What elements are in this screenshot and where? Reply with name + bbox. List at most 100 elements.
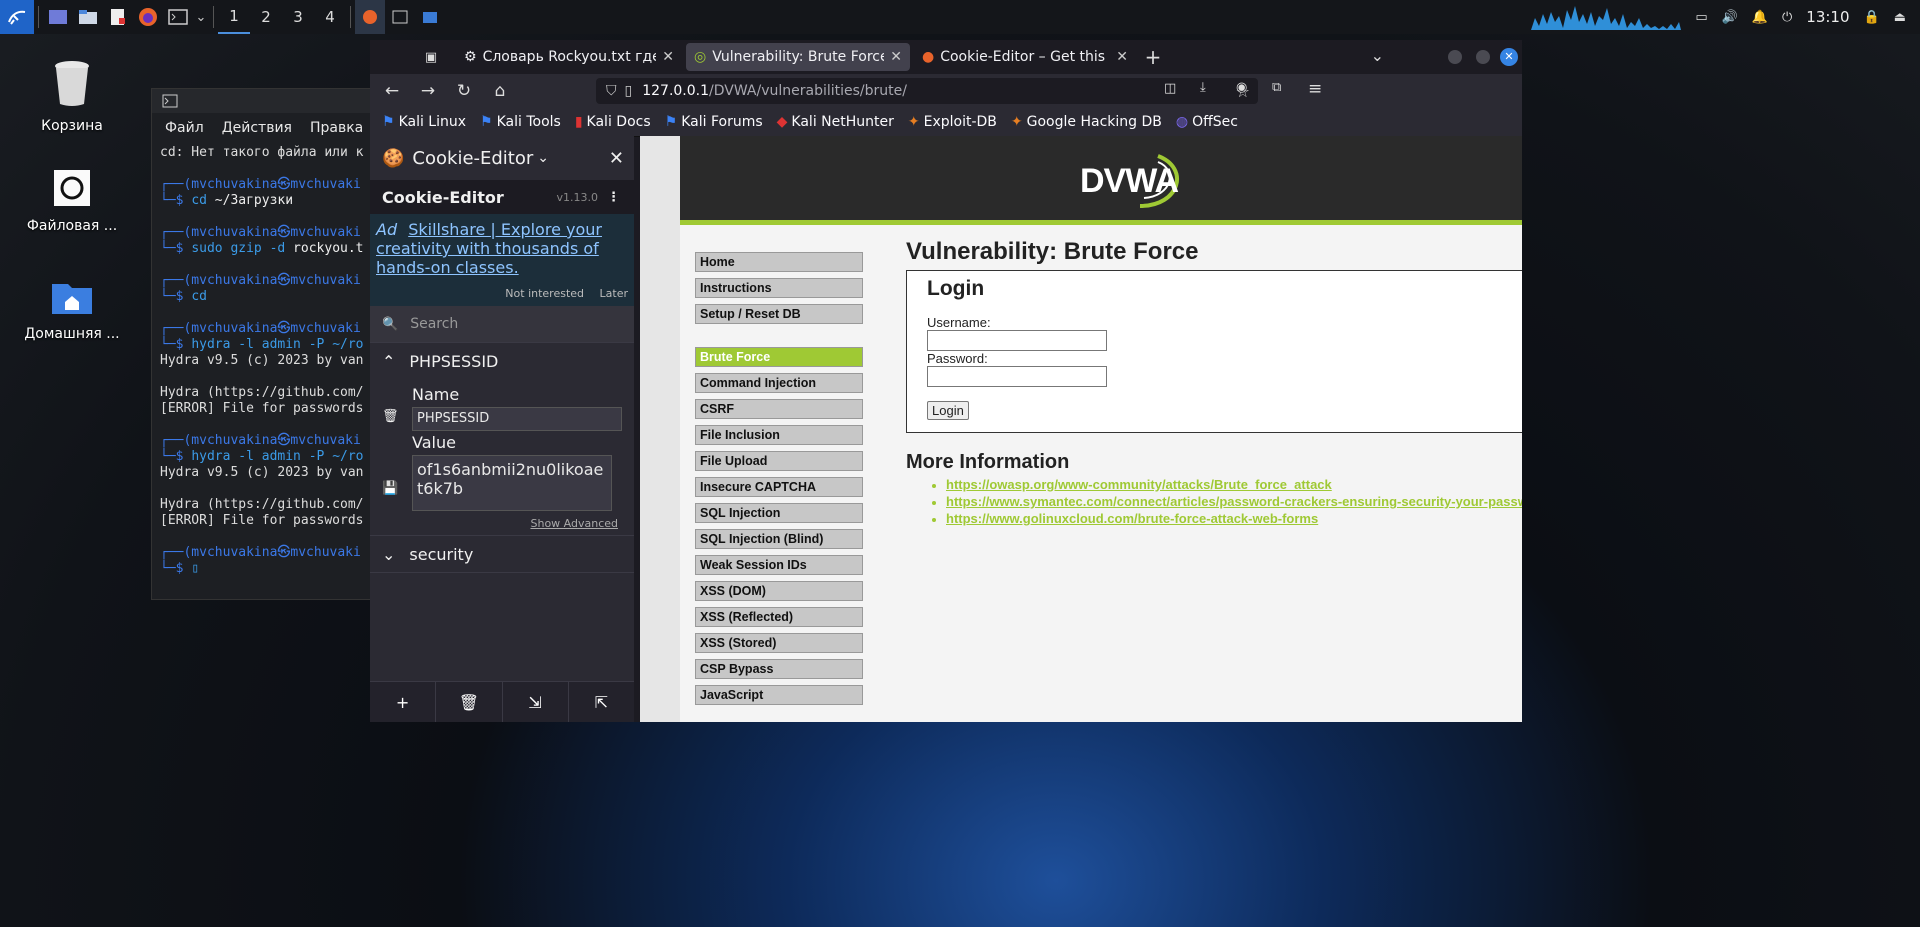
bookmark-google-hacking-db[interactable]: ✦ Google Hacking DB	[1011, 114, 1162, 130]
search-input[interactable]: Search	[410, 316, 458, 332]
menu-item-command-injection[interactable]: Command Injection	[695, 373, 863, 393]
menu-edit[interactable]: Правка	[310, 120, 363, 136]
golinuxcloud-link[interactable]: https://www.golinuxcloud.com/brute-force…	[946, 511, 1318, 526]
workspace-1[interactable]: 1	[218, 0, 250, 34]
firefox-icon[interactable]	[133, 0, 163, 34]
close-sidebar-icon[interactable]: ✕	[609, 148, 624, 169]
close-tab-icon[interactable]: ✕	[662, 49, 674, 65]
menu-item-xss-reflected[interactable]: XSS (Reflected)	[695, 607, 863, 627]
password-input[interactable]	[927, 366, 1107, 387]
bookmark-kali-nethunter[interactable]: ◆ Kali NetHunter	[777, 114, 894, 130]
account-icon[interactable]: ◉	[1236, 80, 1247, 95]
desktop-icon-home[interactable]: Домашняя ...	[17, 280, 127, 342]
file-manager-icon[interactable]	[73, 0, 103, 34]
username-input[interactable]	[927, 330, 1107, 351]
close-window-button[interactable]: ✕	[1500, 48, 1518, 66]
add-cookie-button[interactable]: +	[370, 682, 437, 722]
bookmark-kali-tools[interactable]: ⚑ Kali Tools	[480, 114, 561, 130]
menu-file[interactable]: Файл	[165, 120, 204, 136]
delete-cookie-icon[interactable]: 🗑	[382, 409, 399, 424]
close-tab-icon[interactable]: ✕	[1116, 49, 1128, 65]
workspace-3[interactable]: 3	[282, 0, 314, 34]
home-folder-window-icon[interactable]	[415, 0, 445, 34]
terminal-output[interactable]: cd: Нет такого файла или к ┌──(mvchuvakin…	[152, 143, 382, 579]
more-options-icon[interactable]: ⋮	[607, 190, 620, 205]
text-editor-icon[interactable]	[103, 0, 133, 34]
bookmark-kali-linux[interactable]: ⚑ Kali Linux	[382, 114, 466, 130]
bookmark-kali-docs[interactable]: ▮ Kali Docs	[575, 114, 651, 130]
import-button[interactable]: ⇲	[503, 682, 569, 722]
desktop-icon-trash[interactable]: Корзина	[17, 60, 127, 134]
sidebar-header[interactable]: 🍪 Cookie-Editor ⌄ ✕	[370, 136, 634, 180]
show-desktop-icon[interactable]	[43, 0, 73, 34]
delete-all-button[interactable]: 🗑	[436, 682, 503, 722]
page-info-icon[interactable]: ▯	[625, 83, 633, 99]
menu-item-csp-bypass[interactable]: CSP Bypass	[695, 659, 863, 679]
chevron-down-icon[interactable]: ⌄	[382, 545, 395, 564]
close-tab-icon[interactable]: ✕	[890, 49, 902, 65]
reload-button[interactable]: ↻	[446, 74, 482, 108]
value-field[interactable]: of1s6anbmii2nu0likoaet6k7b	[412, 455, 612, 511]
ad-link[interactable]: Skillshare | Explore your creativity wit…	[376, 220, 602, 277]
name-field[interactable]: PHPSESSID	[412, 407, 622, 431]
terminal-titlebar[interactable]	[152, 89, 382, 113]
menu-item-instructions[interactable]: Instructions	[695, 278, 863, 298]
symantec-link[interactable]: https://www.symantec.com/connect/article…	[946, 494, 1522, 509]
firefox-window-icon[interactable]	[355, 0, 385, 34]
desktop-icon-filesystem[interactable]: Файловая ...	[17, 168, 127, 234]
hamburger-menu-icon[interactable]: ≡	[1308, 79, 1322, 99]
notification-bell-icon[interactable]: 🔔	[1752, 10, 1768, 25]
login-button[interactable]: Login	[927, 401, 969, 420]
terminal-window-icon[interactable]	[385, 0, 415, 34]
clock[interactable]: 13:10	[1806, 8, 1849, 26]
menu-item-csrf[interactable]: CSRF	[695, 399, 863, 419]
show-advanced-link[interactable]: Show Advanced	[530, 517, 618, 530]
bookmark-kali-forums[interactable]: ⚑ Kali Forums	[665, 114, 763, 130]
new-tab-button[interactable]: +	[1136, 45, 1170, 69]
power-icon[interactable]: ⏻	[1782, 10, 1792, 25]
shield-icon[interactable]: ⛉	[606, 83, 617, 99]
menu-item-file-upload[interactable]: File Upload	[695, 451, 863, 471]
search-box[interactable]: 🔍 Search	[370, 306, 634, 343]
home-button[interactable]: ⌂	[482, 74, 518, 108]
tab-cookie-editor[interactable]: ● Cookie-Editor – Get this E ✕	[914, 43, 1136, 71]
url-bar[interactable]: ⛉ ▯ 127.0.0.1/DVWA/vulnerabilities/brute…	[596, 78, 1258, 104]
minimize-button[interactable]	[1448, 50, 1462, 64]
cookie-security-header[interactable]: ⌄ security	[370, 535, 634, 573]
lock-icon[interactable]: 🔒	[1864, 10, 1880, 25]
menu-item-sql-injection[interactable]: SQL Injection	[695, 503, 863, 523]
cookie-phpsessid-header[interactable]: ⌃ PHPSESSID	[370, 343, 634, 379]
extensions-icon[interactable]: ⧉	[1272, 80, 1281, 95]
logout-icon[interactable]: ⏏	[1894, 10, 1906, 25]
screen-icon[interactable]: ▭	[1695, 10, 1707, 25]
volume-icon[interactable]: 🔊	[1722, 10, 1738, 25]
downloads-icon[interactable]: ⤓	[1200, 80, 1206, 95]
chevron-up-icon[interactable]: ⌃	[382, 352, 395, 371]
chevron-down-icon[interactable]: ⌄	[537, 150, 549, 166]
menu-item-file-inclusion[interactable]: File Inclusion	[695, 425, 863, 445]
list-all-tabs-icon[interactable]: ⌄	[1371, 46, 1384, 65]
back-button[interactable]: ←	[374, 74, 410, 108]
kali-menu-icon[interactable]	[0, 0, 34, 34]
menu-item-home[interactable]: Home	[695, 252, 863, 272]
tab-overview-icon[interactable]: ▣	[410, 40, 452, 74]
workspace-4[interactable]: 4	[314, 0, 346, 34]
menu-item-sql-injection-blind[interactable]: SQL Injection (Blind)	[695, 529, 863, 549]
save-cookie-icon[interactable]: 💾	[382, 481, 398, 496]
owasp-link[interactable]: https://owasp.org/www-community/attacks/…	[946, 477, 1332, 492]
menu-item-insecure-captcha[interactable]: Insecure CAPTCHA	[695, 477, 863, 497]
bookmark-offsec[interactable]: ◍ OffSec	[1176, 114, 1238, 130]
chevron-down-icon[interactable]: ⌄	[193, 0, 209, 34]
workspace-2[interactable]: 2	[250, 0, 282, 34]
terminal-window[interactable]: Файл Действия Правка В cd: Нет такого фа…	[151, 88, 391, 600]
not-interested-link[interactable]: Not interested	[505, 287, 584, 300]
menu-item-xss-dom[interactable]: XSS (DOM)	[695, 581, 863, 601]
menu-item-setup-reset-db[interactable]: Setup / Reset DB	[695, 304, 863, 324]
menu-item-xss-stored[interactable]: XSS (Stored)	[695, 633, 863, 653]
forward-button[interactable]: →	[410, 74, 446, 108]
tab-brute-force[interactable]: ◎ Vulnerability: Brute Force ✕	[686, 43, 910, 71]
maximize-button[interactable]	[1476, 50, 1490, 64]
terminal-icon[interactable]	[163, 0, 193, 34]
export-button[interactable]: ⇱	[569, 682, 634, 722]
bookmark-exploit-db[interactable]: ✦ Exploit-DB	[908, 114, 997, 130]
